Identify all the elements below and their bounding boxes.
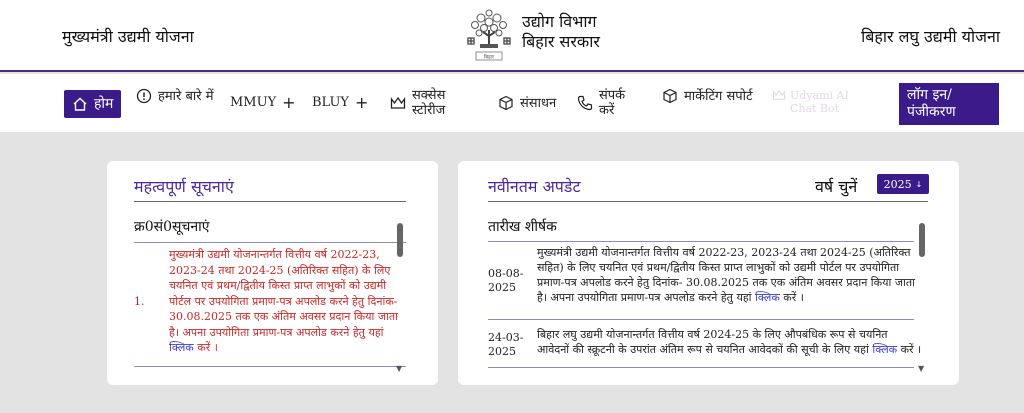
box-icon [498,95,514,111]
divider [488,367,914,368]
nav-success-stories[interactable]: सक्सेस स्टोरीज [390,88,470,118]
nav-chatbot-label: Udyami AI Chat Bot [790,89,849,115]
update-text: मुख्यमंत्री उद्यमी योजनान्तर्गत वित्तीय … [537,246,915,304]
nav-resources-label: संसाधन [520,95,557,111]
notices-column-header: क्र0सं0सूचनाएं [134,219,210,235]
notice-text: मुख्यमंत्री उद्यमी योजनान्तर्गत वित्तीय … [169,248,398,339]
plus-icon: + [355,93,369,112]
update-date: 24-03-2025 [488,331,524,358]
phone-icon [577,95,593,111]
scroll-down-arrow-icon[interactable]: ▼ [918,364,924,373]
update-click-link[interactable]: क्लिक [755,291,780,304]
cube-icon [662,88,678,104]
nav-home-label: होम [94,95,114,112]
divider [134,366,406,367]
dept-line-2: बिहार सरकार [522,32,600,51]
nav-mmuy[interactable]: MMUY + [230,93,296,112]
dept-line-1: उद्योग विभाग [522,12,597,31]
nav-bluy[interactable]: BLUY + [312,93,369,112]
nav-bluy-label: BLUY [312,95,350,110]
nav-resources[interactable]: संसाधन [498,95,556,111]
plus-icon: + [282,93,296,112]
year-select-value: 2025 [883,177,912,191]
main-nav: होम हमारे बारे में MMUY + BLUY + सक्सेस … [0,74,1024,132]
nav-chatbot[interactable]: Udyami AI Chat Bot [772,89,860,115]
update-item: बिहार लघु उद्यमी योजनान्तर्गत वित्तीय वर… [537,327,922,357]
notice-suffix: करें । [193,341,218,354]
scrollbar-thumb[interactable] [397,223,403,257]
department-name: उद्योग विभाग बिहार सरकार [522,12,600,52]
update-date: 08-08-2025 [488,267,524,294]
latest-updates-panel: नवीनतम अपडेट वर्ष चुनें 2025 ↓ तारीख शीर… [458,161,959,385]
mmuy-title[interactable]: मुख्यमंत्री उद्यमी योजना [62,25,194,47]
nav-home[interactable]: होम [64,90,122,118]
scrollbar-thumb[interactable] [919,223,925,257]
nav-marketing-label: मार्केटिंग सपोर्ट [684,88,753,104]
updates-title: नवीनतम अपडेट [488,177,581,196]
update-item: मुख्यमंत्री उद्यमी योजनान्तर्गत वित्तीय … [537,245,922,305]
year-select[interactable]: 2025 ↓ [877,174,929,194]
notice-click-link[interactable]: क्लिक [169,341,194,354]
update-text: बिहार लघु उद्यमी योजनान्तर्गत वित्तीय वर… [537,328,888,356]
nav-mmuy-label: MMUY [230,95,277,110]
nav-about-label: हमारे बारे में [158,88,214,104]
crown-icon [772,89,786,115]
divider [488,241,914,242]
notices-title: महत्वपूर्ण सूचनाएं [134,177,234,196]
login-register-button[interactable]: लॉग इन/ पंजीकरण [899,83,999,125]
notices-scrollbar[interactable]: ▼ [396,221,404,373]
update-click-link[interactable]: क्लिक [872,343,897,356]
year-select-label: वर्ष चुनें [815,177,858,196]
home-icon [72,96,88,112]
nav-success-label: सक्सेस स्टोरीज [412,88,446,118]
divider [488,319,914,320]
svg-text:बिहार: बिहार [484,54,495,61]
updates-scrollbar[interactable]: ▼ [918,221,926,373]
notice-item: मुख्यमंत्री उद्यमी योजनान्तर्गत वित्तीय … [169,247,399,356]
updates-column-header: तारीख शीर्षक [488,219,557,235]
scroll-down-arrow-icon[interactable]: ▼ [396,364,402,373]
divider [134,242,406,243]
divider [134,201,406,202]
nav-contact[interactable]: संपर्क करें [577,88,637,118]
arrow-down-icon: ↓ [915,179,923,189]
nav-marketing-support[interactable]: मार्केटिंग सपोर्ट [662,88,762,104]
info-icon [136,88,152,104]
site-header: मुख्यमंत्री उद्यमी योजना बिहार उद्योग वि… [0,0,1024,72]
bihar-emblem-logo[interactable]: बिहार [462,8,516,64]
bluy-title[interactable]: बिहार लघु उद्यमी योजना [861,25,1000,47]
nav-contact-label: संपर्क करें [599,88,626,118]
notice-number: 1. [134,295,145,308]
crown-icon [390,96,406,110]
update-suffix: करें । [779,291,804,304]
divider [488,201,928,202]
nav-about[interactable]: हमारे बारे में [136,88,216,104]
important-notices-panel: महत्वपूर्ण सूचनाएं क्र0सं0सूचनाएं 1. मुख… [107,161,438,385]
